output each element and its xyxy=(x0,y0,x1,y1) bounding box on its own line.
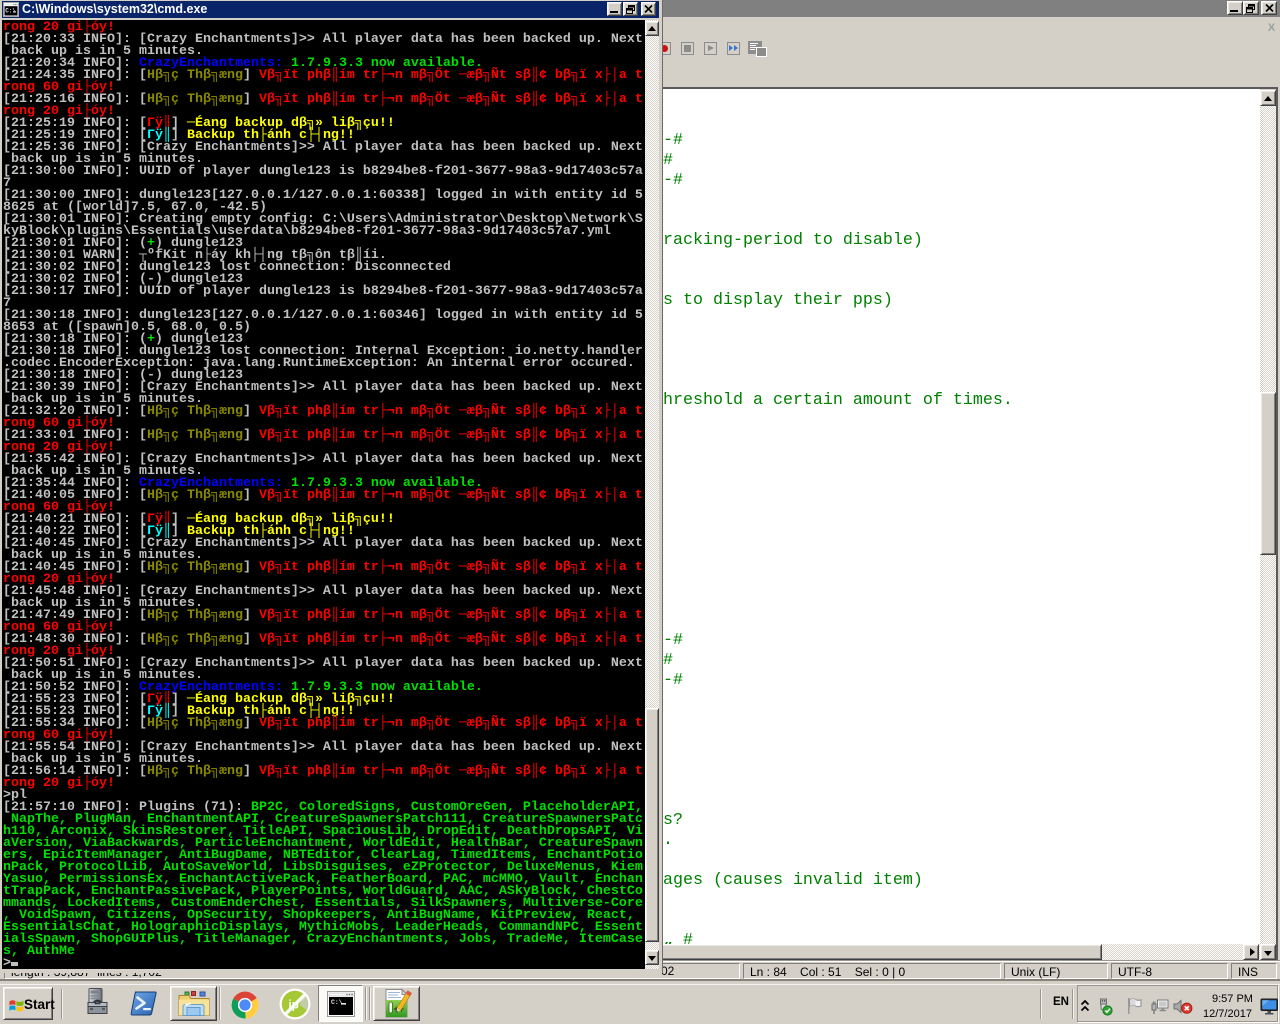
svg-text:ip: ip xyxy=(289,1000,299,1012)
svg-text:C:\: C:\ xyxy=(5,8,16,15)
svg-text:C:\: C:\ xyxy=(331,999,343,1006)
